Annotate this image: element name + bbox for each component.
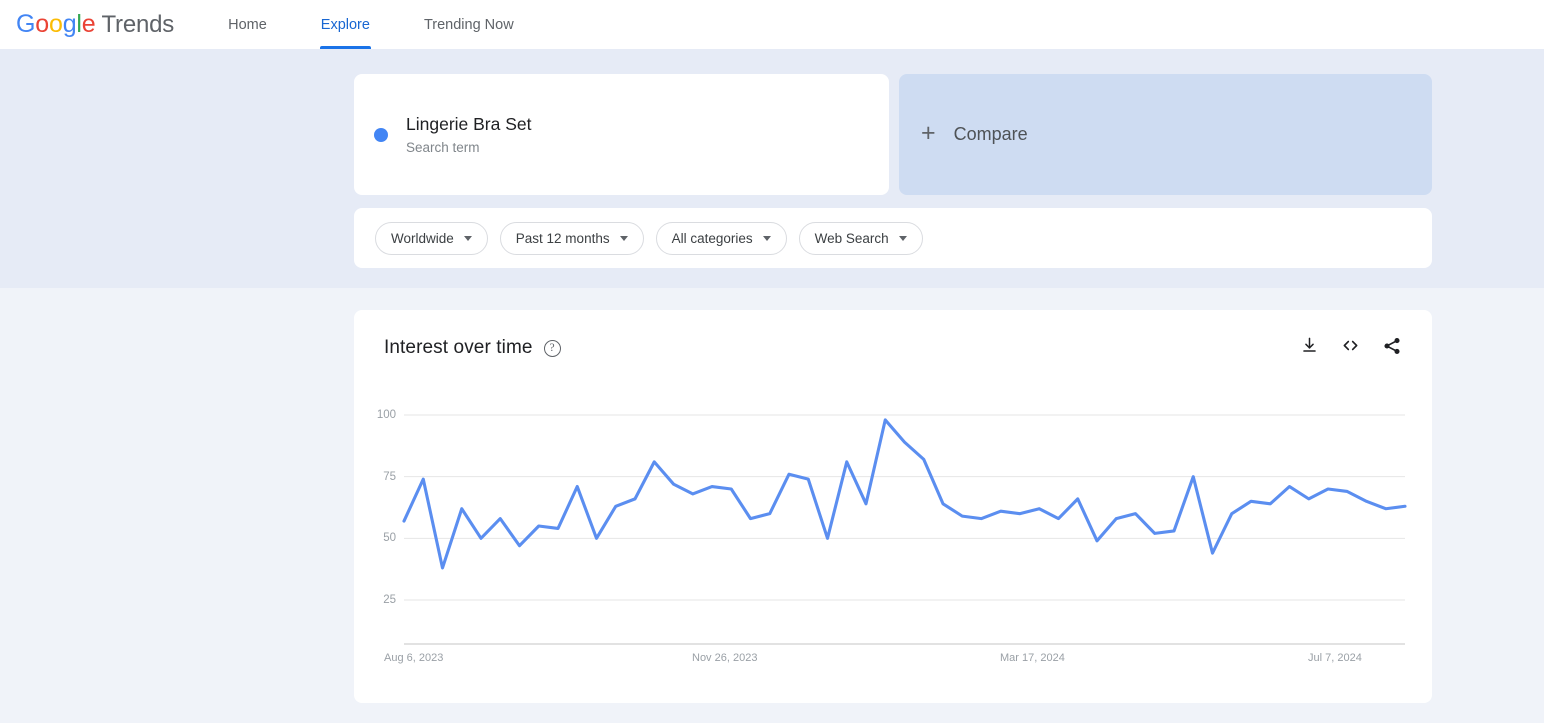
filter-location-label: Worldwide: [391, 230, 454, 246]
nav-links: Home Explore Trending Now: [228, 0, 568, 49]
search-hero-band: Lingerie Bra Set Search term + Compare W…: [0, 49, 1544, 288]
google-wordmark: Google: [16, 10, 96, 39]
google-logo-letter: o: [48, 10, 63, 38]
y-axis-tick-label: 50: [383, 532, 396, 545]
nav-item-home[interactable]: Home: [228, 0, 267, 49]
chart-title-wrap: Interest over time ?: [384, 337, 561, 359]
chart-svg: [402, 414, 1407, 645]
top-navbar: Google Trends Home Explore Trending Now: [0, 0, 1544, 49]
x-axis-tick-label: Mar 17, 2024: [1000, 652, 1065, 664]
x-axis-tick-label: Aug 6, 2023: [384, 652, 444, 664]
chart-series-line: [402, 418, 1407, 570]
nav-item-trending-now[interactable]: Trending Now: [424, 0, 514, 49]
search-term-title: Lingerie Bra Set: [406, 113, 532, 134]
search-term-text: Lingerie Bra Set Search term: [406, 112, 532, 158]
filter-bar: Worldwide Past 12 months All categories …: [354, 208, 1432, 268]
share-icon[interactable]: [1382, 336, 1402, 361]
google-trends-page: Google Trends Home Explore Trending Now …: [0, 0, 1544, 723]
x-axis-tick-label: Jul 7, 2024: [1308, 652, 1362, 664]
plus-icon: +: [921, 119, 936, 147]
chevron-down-icon: [463, 235, 472, 241]
interest-over-time-card: Interest over time ? 100 75 50 25 Aug 6,…: [354, 310, 1432, 703]
search-term-subtitle: Search term: [406, 139, 480, 155]
hero-container: Lingerie Bra Set Search term + Compare W…: [354, 74, 1432, 268]
google-trends-logo[interactable]: Google Trends: [16, 10, 174, 39]
x-axis-tick-label: Nov 26, 2023: [692, 652, 758, 664]
google-logo-letter: g: [62, 10, 77, 38]
chart-actions: [1300, 335, 1402, 361]
filter-location[interactable]: Worldwide: [375, 221, 488, 255]
filter-search-type-label: Web Search: [814, 230, 889, 246]
interest-over-time-chart: 100 75 50 25 Aug 6, 2023 Nov 26, 2023 Mar 17,…: [354, 310, 1432, 703]
trends-wordmark: Trends: [101, 11, 175, 38]
filter-time-range-label: Past 12 months: [515, 230, 610, 246]
google-logo-letter: o: [35, 10, 49, 38]
embed-code-icon[interactable]: [1340, 335, 1361, 361]
chart-title: Interest over time: [384, 337, 533, 358]
term-row: Lingerie Bra Set Search term + Compare: [354, 74, 1432, 195]
series-color-dot: [374, 127, 388, 142]
chevron-down-icon: [898, 235, 907, 241]
filter-category[interactable]: All categories: [655, 221, 787, 255]
y-axis-tick-label: 100: [376, 409, 396, 421]
y-axis-tick-label: 75: [383, 470, 396, 483]
y-axis-tick-label: 25: [383, 594, 396, 606]
search-term-card[interactable]: Lingerie Bra Set Search term: [354, 74, 889, 195]
filter-search-type[interactable]: Web Search: [798, 221, 923, 255]
download-icon[interactable]: [1300, 336, 1319, 360]
chevron-down-icon: [762, 235, 771, 241]
filter-time-range[interactable]: Past 12 months: [499, 221, 644, 255]
chevron-down-icon: [619, 235, 628, 241]
compare-label: Compare: [953, 124, 1028, 144]
results-band: Interest over time ? 100 75 50 25 Aug 6,…: [0, 288, 1544, 723]
nav-item-explore[interactable]: Explore: [319, 0, 372, 49]
filter-category-label: All categories: [671, 230, 753, 246]
google-logo-letter: G: [16, 10, 36, 38]
google-logo-letter: e: [81, 10, 96, 38]
help-icon[interactable]: ?: [543, 339, 561, 357]
chart-header: Interest over time ?: [384, 332, 1402, 364]
compare-button[interactable]: + Compare: [899, 74, 1432, 195]
